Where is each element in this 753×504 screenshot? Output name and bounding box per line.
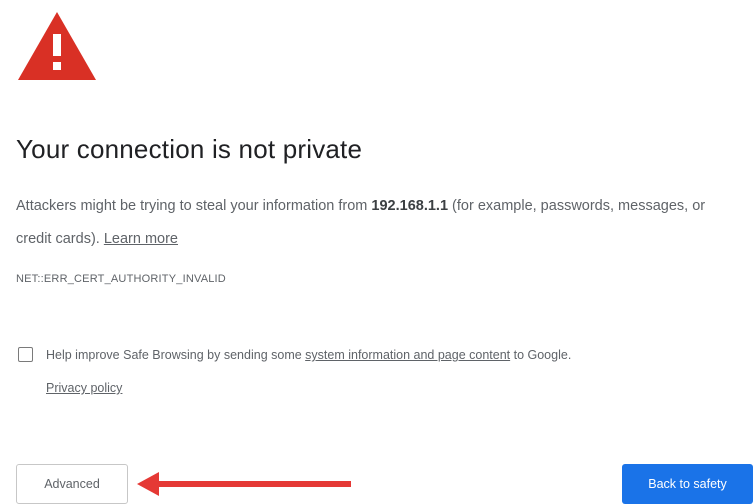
description-text-before-host: Attackers might be trying to steal your …	[16, 198, 372, 214]
host-address: 192.168.1.1	[371, 198, 449, 214]
exclamation-dot	[53, 62, 61, 70]
learn-more-link[interactable]: Learn more	[104, 231, 178, 247]
red-arrow-left-icon	[137, 472, 351, 496]
error-code: NET::ERR_CERT_AUTHORITY_INVALID	[16, 273, 226, 285]
safe-browsing-text: Help improve Safe Browsing by sending so…	[46, 339, 746, 405]
exclamation-bar	[53, 34, 61, 56]
advanced-button[interactable]: Advanced	[16, 464, 128, 504]
error-description: Attackers might be trying to steal your …	[16, 190, 736, 256]
safe-browsing-checkbox[interactable]	[18, 347, 33, 362]
page-title: Your connection is not private	[16, 134, 363, 164]
safe-browsing-text-before: Help improve Safe Browsing by sending so…	[46, 348, 306, 362]
privacy-policy-link[interactable]: Privacy policy	[46, 381, 122, 395]
back-to-safety-button[interactable]: Back to safety	[622, 464, 753, 504]
safe-browsing-text-after: to Google.	[510, 348, 572, 362]
system-info-link[interactable]: system information and page content	[305, 348, 510, 362]
warning-triangle-icon	[18, 12, 96, 80]
arrow-shaft	[155, 481, 351, 487]
